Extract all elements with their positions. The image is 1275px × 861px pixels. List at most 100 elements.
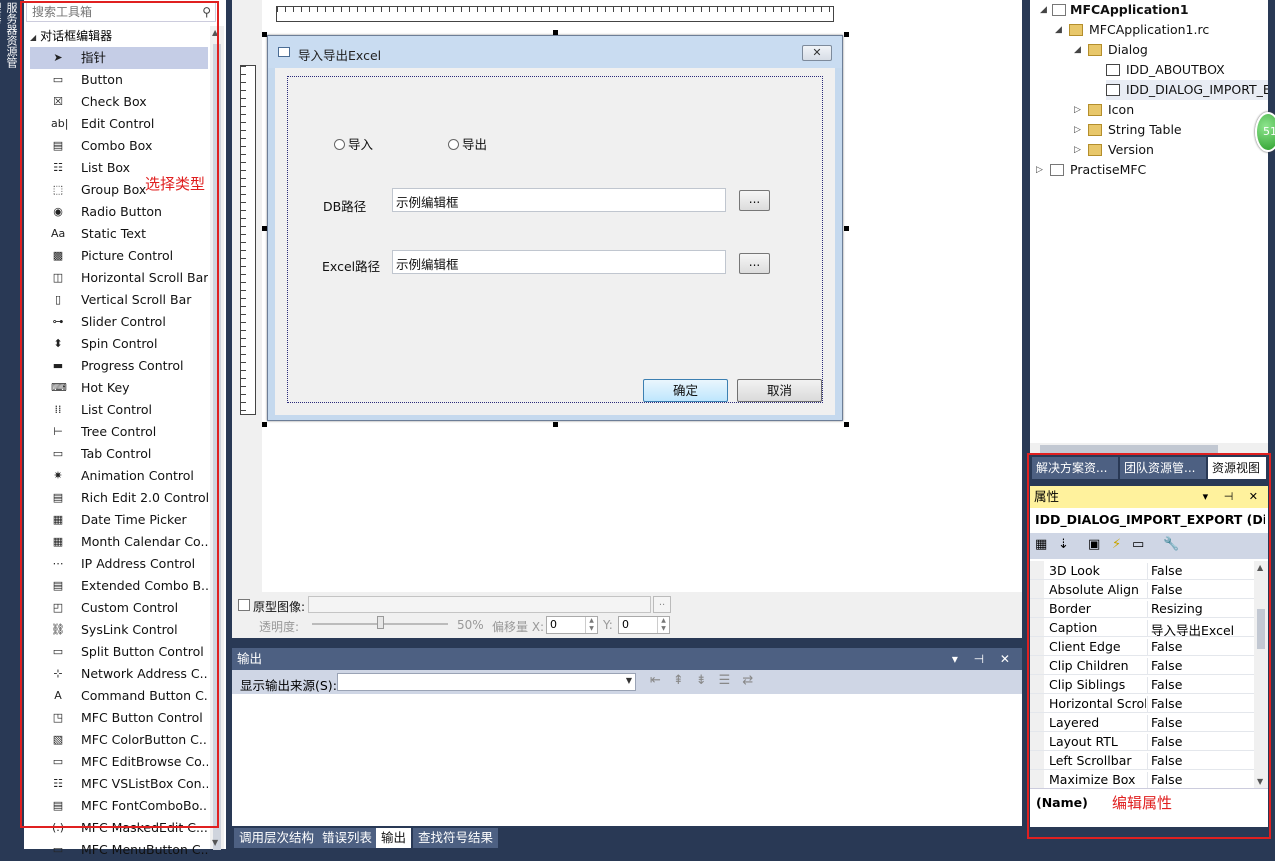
dialog-client-area: 导入 导出 DB路径 示例编辑框 ... Excel路径 示例编辑框 ... 确… (275, 68, 835, 415)
collapsed-triangle-icon[interactable]: ▷ (1036, 160, 1043, 180)
window-icon (278, 47, 290, 57)
tree-node-icon-folder[interactable]: ▷ Icon (1074, 100, 1268, 120)
spin-arrows-icon[interactable]: ▲ ▼ (585, 617, 597, 633)
folder-icon (1088, 104, 1102, 116)
offset-x-spin[interactable]: 0 ▲ ▼ (546, 616, 598, 634)
offset-x-value: 0 (550, 618, 557, 631)
radio-export-label: 导出 (462, 137, 488, 152)
toolbox-item[interactable]: ▭ MFC MenuButton C... (30, 839, 208, 861)
mfc-menubutton-icon: ▭ (52, 843, 64, 856)
db-browse-button[interactable]: ... (739, 190, 770, 211)
import-dialog-label: IDD_DIALOG_IMPORT_EXPORT (1126, 82, 1268, 97)
toolbox-annotation: 选择类型 (145, 175, 206, 193)
tab-call-hierarchy[interactable]: 调用层次结构 (234, 828, 320, 848)
close-icon[interactable]: ✕ (802, 45, 832, 61)
expand-triangle-icon[interactable]: ◢ (1074, 40, 1081, 60)
spin-arrows-icon[interactable]: ▲ ▼ (657, 617, 669, 633)
performance-badge[interactable]: 51 (1255, 112, 1275, 152)
resize-handle[interactable] (844, 422, 849, 427)
tree-scroll-thumb[interactable] (1040, 445, 1218, 453)
panel-controls-icon[interactable]: ▾ ⊣ ✕ (952, 648, 1016, 670)
toolbox-item-label: MFC MenuButton C... (81, 842, 208, 857)
other-project-label: PractiseMFC (1070, 162, 1147, 177)
properties-annotation: 编辑属性 (1112, 794, 1173, 812)
radio-circle-icon[interactable] (448, 139, 459, 150)
radio-export[interactable]: 导出 (448, 134, 487, 153)
output-source-select[interactable]: ▼ (337, 673, 636, 691)
folder-icon (1088, 44, 1102, 56)
output-tool-icons[interactable]: ⇤⇞⇟☰⇄ (650, 673, 765, 688)
scroll-down-icon[interactable]: ▼ (212, 838, 218, 847)
excel-browse-button[interactable]: ... (739, 253, 770, 274)
opacity-slider-thumb[interactable] (377, 616, 384, 629)
tree-node-other-project[interactable]: ▷ PractiseMFC (1036, 160, 1268, 180)
resize-handle[interactable] (844, 32, 849, 37)
tree-node-dialog-folder[interactable]: ◢ Dialog (1074, 40, 1268, 60)
resize-handle[interactable] (553, 30, 558, 35)
tree-node-project[interactable]: ◢ MFCApplication1 (1040, 0, 1268, 20)
output-title-bar: 输出 ▾ ⊣ ✕ (232, 648, 1022, 670)
db-path-label: DB路径 (323, 199, 367, 214)
prototype-path-field[interactable] (308, 596, 651, 613)
folder-icon (1069, 24, 1083, 36)
tab-find-symbol[interactable]: 查找符号结果 (413, 828, 499, 848)
tab-error-list[interactable]: 错误列表 (317, 828, 378, 848)
project-label: MFCApplication1 (1070, 2, 1189, 17)
offset-y-label: Y: (603, 618, 613, 632)
properties-highlight-box (1027, 453, 1271, 839)
radio-import-label: 导入 (348, 137, 374, 152)
expand-triangle-icon[interactable]: ◢ (1055, 20, 1062, 40)
excel-path-label: Excel路径 (322, 259, 381, 274)
dialog-resource-icon (1106, 64, 1120, 76)
ok-button[interactable]: 确定 (643, 379, 728, 402)
resize-handle[interactable] (553, 422, 558, 427)
prototype-label: 原型图像: (253, 600, 306, 614)
dialog-preview[interactable]: 导入导出Excel ✕ 导入 导出 DB路径 示例编辑框 ... Excel路径… (267, 35, 843, 421)
collapsed-triangle-icon[interactable]: ▷ (1074, 120, 1081, 140)
project-icon (1052, 4, 1066, 16)
dropdown-arrow-icon[interactable]: ▼ (626, 676, 632, 685)
horizontal-ruler[interactable] (276, 6, 834, 22)
prototype-checkbox[interactable] (238, 599, 250, 611)
resize-handle[interactable] (262, 422, 267, 427)
dialog-folder-label: Dialog (1108, 42, 1148, 57)
radio-circle-icon[interactable] (334, 139, 345, 150)
tree-node-about-box[interactable]: IDD_ABOUTBOX (1106, 60, 1268, 80)
resource-view-tree: ◢ MFCApplication1 ◢ MFCApplication1.rc ◢… (1030, 0, 1268, 443)
prototype-browse-button[interactable]: .. (653, 596, 671, 613)
excel-path-edit[interactable]: 示例编辑框 (392, 250, 726, 274)
dialog-margin-guide (287, 76, 823, 403)
radio-import[interactable]: 导入 (334, 134, 373, 153)
server-explorer-tab[interactable]: 服务器资源管理器 (0, 2, 19, 74)
tab-output[interactable]: 输出 (376, 828, 412, 848)
output-panel: 输出 ▾ ⊣ ✕ 显示输出来源(S): ▼ ⇤⇞⇟☰⇄ (232, 648, 1022, 826)
output-source-label: 显示输出来源(S): (240, 678, 337, 693)
collapsed-triangle-icon[interactable]: ▷ (1074, 140, 1081, 160)
vertical-ruler[interactable] (240, 65, 256, 415)
output-toolbar: 显示输出来源(S): ▼ ⇤⇞⇟☰⇄ (232, 670, 1022, 694)
offset-y-spin[interactable]: 0 ▲ ▼ (618, 616, 670, 634)
version-label: Version (1108, 142, 1154, 157)
project-icon (1050, 164, 1064, 176)
opacity-value: 50% (457, 618, 484, 632)
offset-x-label: 偏移量 X: (492, 620, 545, 634)
tree-node-version[interactable]: ▷ Version (1074, 140, 1268, 160)
bottom-tab-strip: 调用层次结构 错误列表 输出 查找符号结果 (232, 827, 1022, 849)
db-path-edit[interactable]: 示例编辑框 (392, 188, 726, 212)
resize-handle[interactable] (844, 226, 849, 231)
dialog-resource-icon (1106, 84, 1120, 96)
resize-handle[interactable] (262, 226, 267, 231)
tree-node-string-table[interactable]: ▷ String Table (1074, 120, 1268, 140)
string-table-label: String Table (1108, 122, 1182, 137)
toolbox-highlight-box (20, 1, 219, 828)
dialog-title-bar: 导入导出Excel ✕ (268, 36, 842, 68)
collapsed-triangle-icon[interactable]: ▷ (1074, 100, 1081, 120)
rc-file-label: MFCApplication1.rc (1089, 22, 1210, 37)
tree-node-import-dialog[interactable]: IDD_DIALOG_IMPORT_EXPORT (1106, 80, 1268, 100)
folder-icon (1088, 124, 1102, 136)
tree-node-rc-file[interactable]: ◢ MFCApplication1.rc (1055, 20, 1268, 40)
resize-handle[interactable] (262, 32, 267, 37)
cancel-button[interactable]: 取消 (737, 379, 822, 402)
opacity-label: 透明度: (259, 620, 300, 634)
expand-triangle-icon[interactable]: ◢ (1040, 0, 1047, 20)
